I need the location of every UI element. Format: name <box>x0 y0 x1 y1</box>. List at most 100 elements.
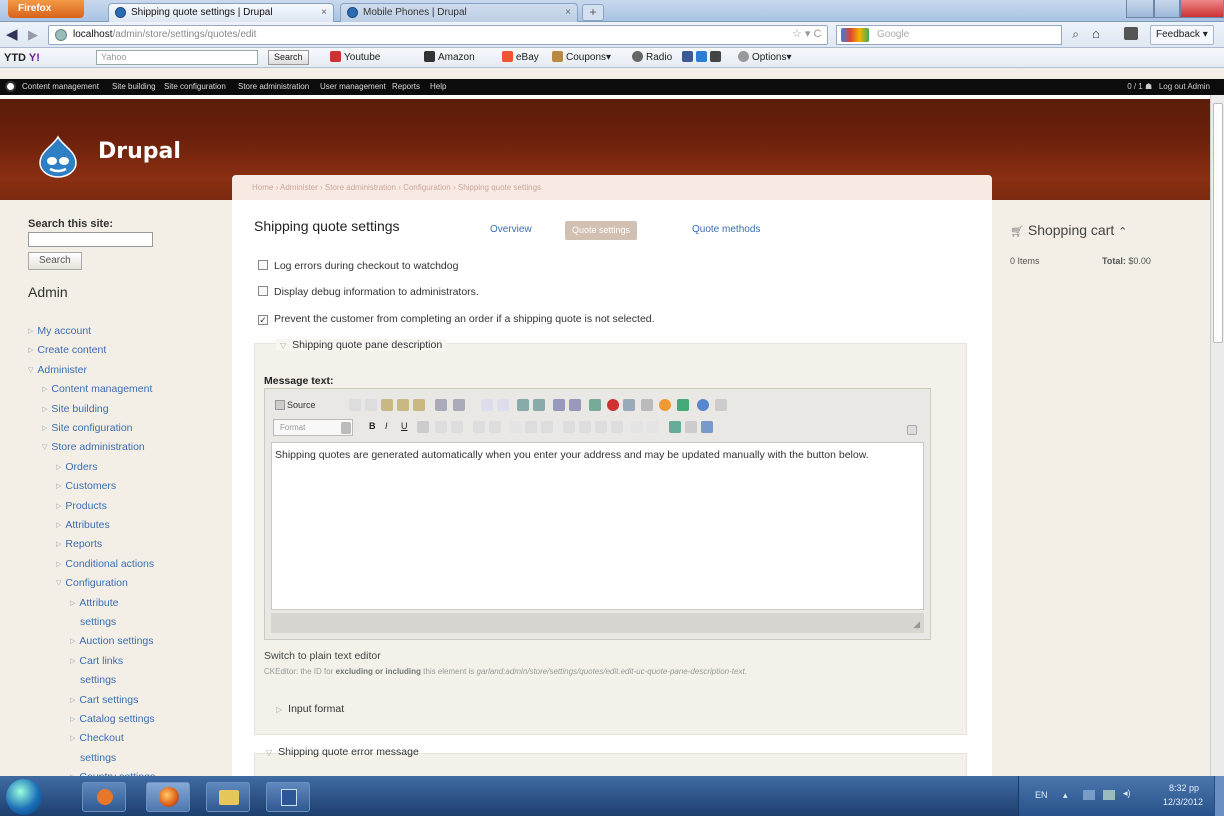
collapse-triangle-icon[interactable]: ▽ <box>266 748 272 757</box>
yahoo-logo[interactable]: Y! <box>29 52 40 64</box>
tab-shipping-quote[interactable]: Shipping quote settings | Drupal × <box>108 3 334 22</box>
sidebar-nav-item[interactable]: ▷ Attribute <box>70 597 119 610</box>
outdent-icon[interactable] <box>509 421 521 433</box>
select-all-icon[interactable] <box>553 399 565 411</box>
bookmarks-icon[interactable] <box>1124 27 1138 40</box>
url-controls[interactable]: ☆ ▾ C <box>792 25 821 43</box>
site-identity-icon[interactable] <box>55 29 67 41</box>
sidebar-nav-item[interactable]: ▷ Site configuration <box>42 422 133 435</box>
sidebar-nav-item[interactable]: ▷ Content management <box>42 383 152 396</box>
start-button[interactable] <box>6 779 42 815</box>
search-icon[interactable]: ⌕ <box>1072 25 1079 43</box>
subscript-icon[interactable] <box>435 421 447 433</box>
tab-overview[interactable]: Overview <box>490 224 532 235</box>
options-link[interactable]: Options▾ <box>738 48 791 68</box>
sidebar-nav-item[interactable]: ▷ Attributes <box>56 519 110 532</box>
align-center-icon[interactable] <box>579 421 591 433</box>
vertical-scrollbar[interactable] <box>1210 95 1224 776</box>
tab-quote-methods[interactable]: Quote methods <box>692 224 760 235</box>
flag-icon[interactable] <box>1083 790 1095 800</box>
word-taskbar-button[interactable] <box>266 782 310 812</box>
sidebar-nav-item[interactable]: settings <box>80 674 116 687</box>
maximize-button[interactable] <box>1154 0 1180 18</box>
switch-plain-text-link[interactable]: Switch to plain text editor <box>264 650 381 662</box>
underline-icon[interactable]: U <box>401 421 413 433</box>
radio-link[interactable]: Radio <box>632 48 672 68</box>
sidebar-nav-item[interactable]: ▷ Checkout <box>70 732 124 745</box>
clock-date[interactable]: 12/3/2012 <box>1163 797 1203 807</box>
admin-menu-item[interactable]: Site building <box>112 79 156 95</box>
feedback-button[interactable]: Feedback ▾ <box>1150 25 1214 45</box>
anchor-icon[interactable] <box>701 421 713 433</box>
logout-link[interactable]: Log out Admin <box>1159 82 1210 91</box>
smiley-icon[interactable] <box>659 399 671 411</box>
bulleted-list-icon[interactable] <box>489 421 501 433</box>
search-input[interactable]: Google ⌕ <box>836 25 1079 45</box>
yahoo-search-button[interactable]: Search <box>268 50 309 65</box>
tab-mobile-phones[interactable]: Mobile Phones | Drupal × <box>340 3 578 22</box>
site-search-input[interactable] <box>28 232 153 247</box>
close-tab-icon[interactable]: × <box>321 4 327 21</box>
minimize-button[interactable] <box>1126 0 1154 18</box>
sidebar-nav-item[interactable]: ▷ Orders <box>56 461 97 474</box>
bold-icon[interactable]: B <box>369 421 381 433</box>
align-right-icon[interactable] <box>595 421 607 433</box>
new-tab-button[interactable]: + <box>582 4 604 21</box>
align-left-icon[interactable] <box>563 421 575 433</box>
prevent-order-checkbox[interactable]: ✓ Prevent the customer from completing an… <box>258 313 655 326</box>
sidebar-nav-item[interactable]: ▷ Catalog settings <box>70 713 155 726</box>
sidebar-nav-item[interactable]: ▷ Products <box>56 500 107 513</box>
explorer-taskbar-button[interactable] <box>206 782 250 812</box>
numbered-list-icon[interactable] <box>473 421 485 433</box>
home-icon[interactable]: ⌂ <box>1092 26 1100 41</box>
image-icon[interactable] <box>589 399 601 411</box>
sidebar-nav-item[interactable]: settings <box>80 752 116 765</box>
admin-menu-item[interactable]: User management <box>320 79 386 95</box>
paste-text-icon[interactable] <box>397 399 409 411</box>
network-icon[interactable] <box>1103 790 1115 800</box>
collapse-toolbar-icon[interactable] <box>907 425 917 435</box>
admin-menu-item[interactable]: Site configuration <box>164 79 226 95</box>
collapse-triangle-icon[interactable]: ▽ <box>280 341 286 350</box>
undo-icon[interactable] <box>481 399 493 411</box>
admin-menu-item[interactable]: Store administration <box>238 79 309 95</box>
google-engine-icon[interactable] <box>841 28 869 42</box>
editor-content-area[interactable]: Shipping quotes are generated automatica… <box>271 442 924 610</box>
checkbox-box[interactable] <box>258 260 268 270</box>
checkbox-box[interactable]: ✓ <box>258 315 268 325</box>
sidebar-nav-item[interactable]: ▷ Cart settings <box>70 694 138 707</box>
pane-description-legend[interactable]: ▽ Shipping quote pane description <box>276 339 447 351</box>
facebook-icon[interactable] <box>682 51 693 62</box>
scayt-icon[interactable] <box>453 399 465 411</box>
sidebar-nav-item[interactable]: ▷ Conditional actions <box>56 558 154 571</box>
strike-icon[interactable] <box>417 421 429 433</box>
admin-menu-item[interactable]: Reports <box>392 79 420 95</box>
ebay-link[interactable]: eBay <box>502 48 539 68</box>
tray-up-arrow-icon[interactable]: ▴ <box>1063 790 1068 801</box>
chevron-down-icon[interactable] <box>341 422 351 434</box>
superscript-icon[interactable] <box>451 421 463 433</box>
special-char-icon[interactable] <box>677 399 689 411</box>
tab-quote-settings[interactable]: Quote settings <box>565 221 638 240</box>
input-format-legend[interactable]: ▷ Input format <box>276 703 344 715</box>
paste-icon[interactable] <box>381 399 393 411</box>
replace-icon[interactable] <box>533 399 545 411</box>
site-search-button[interactable]: Search <box>28 252 82 270</box>
copy-icon[interactable] <box>365 399 377 411</box>
yahoo-search-input[interactable]: Yahoo <box>96 50 258 65</box>
sidebar-nav-item[interactable]: ▷ Site building <box>42 403 109 416</box>
admin-menu-item[interactable]: Content management <box>22 79 99 95</box>
show-desktop-button[interactable] <box>1214 776 1224 816</box>
sidebar-nav-item[interactable]: ▷ My account <box>28 325 91 338</box>
sidebar-nav-item[interactable]: ▽ Configuration <box>56 577 128 590</box>
iframe-icon[interactable] <box>697 399 709 411</box>
sidebar-nav-item[interactable]: ▷ Auction settings <box>70 635 154 648</box>
rtl-icon[interactable] <box>647 421 659 433</box>
chevron-up-icon[interactable]: ⌃ <box>1118 226 1127 238</box>
admin-menu-item[interactable]: Help <box>430 79 446 95</box>
flash-icon[interactable] <box>607 399 619 411</box>
firefox-menu-button[interactable]: Firefox <box>8 0 84 18</box>
close-tab-icon[interactable]: × <box>565 4 571 21</box>
sidebar-nav-item[interactable]: settings <box>80 616 116 629</box>
cut-icon[interactable] <box>349 399 361 411</box>
